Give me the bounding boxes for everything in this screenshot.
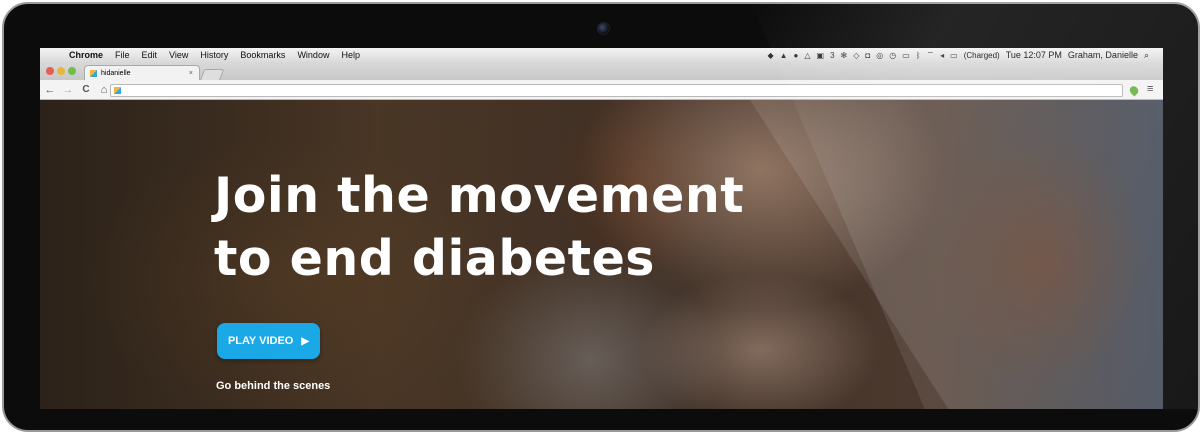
menu-bookmarks[interactable]: Bookmarks xyxy=(234,50,291,60)
chrome-menu-icon[interactable]: ≡ xyxy=(1147,83,1153,95)
mac-menu-bar: Chrome File Edit View History Bookmarks … xyxy=(40,48,1163,62)
menu-help[interactable]: Help xyxy=(335,50,366,60)
play-icon: ▶ xyxy=(301,335,310,347)
tab-strip: hidanielle × xyxy=(40,62,1163,81)
close-tab-icon[interactable]: × xyxy=(189,70,193,77)
time-machine-icon[interactable]: ◷ xyxy=(889,51,896,60)
menu-chrome[interactable]: Chrome xyxy=(63,50,109,60)
extension-icon[interactable] xyxy=(1127,84,1141,97)
wifi-icon[interactable]: ⌔ xyxy=(927,50,935,60)
sync-icon[interactable]: ◎ xyxy=(876,51,883,60)
close-window-button[interactable] xyxy=(46,67,54,75)
play-video-button[interactable]: PLAY VIDEO ▶ xyxy=(217,323,320,359)
evernote-icon[interactable]: ◆ xyxy=(767,51,773,60)
display-icon[interactable]: ▭ xyxy=(902,51,910,60)
hero-headline: Join the movement to end diabetes xyxy=(214,164,814,290)
tab-title: hidanielle xyxy=(101,69,131,77)
menu-history[interactable]: History xyxy=(194,50,234,60)
menu-window[interactable]: Window xyxy=(291,50,335,60)
address-bar[interactable] xyxy=(110,84,1123,97)
laptop-screen: Chrome File Edit View History Bookmarks … xyxy=(40,48,1163,409)
reload-icon[interactable]: C xyxy=(78,84,94,95)
browser-toolbar: ← → C ⌂ ≡ xyxy=(40,80,1163,100)
bluetooth-icon[interactable]: ᛒ xyxy=(916,51,921,60)
play-video-label: PLAY VIDEO xyxy=(227,335,294,347)
volume-icon[interactable]: ◂ xyxy=(940,51,944,60)
menu-edit[interactable]: Edit xyxy=(136,50,164,60)
battery-status: (Charged) xyxy=(963,50,1000,60)
shield-icon[interactable]: ◘ xyxy=(865,51,870,60)
clock[interactable]: Tue 12:07 PM xyxy=(1006,50,1062,60)
settings-icon[interactable]: ✻ xyxy=(841,51,848,60)
menu-bar-left: Chrome File Edit View History Bookmarks … xyxy=(40,50,366,60)
forward-arrow-icon[interactable]: → xyxy=(60,84,76,96)
site-favicon-icon xyxy=(90,69,97,77)
chat-bubble-icon[interactable]: ● xyxy=(794,51,799,60)
headline-line-1: Join the movement xyxy=(214,167,745,224)
zoom-window-button[interactable] xyxy=(68,67,76,75)
drive-icon[interactable]: △ xyxy=(804,51,810,60)
window-controls xyxy=(46,67,76,75)
spotlight-search-icon[interactable]: ⌕ xyxy=(1144,50,1149,61)
tab-hidanielle[interactable]: hidanielle × xyxy=(84,65,200,80)
bell-icon[interactable]: ▲ xyxy=(780,51,788,60)
back-arrow-icon[interactable]: ← xyxy=(42,84,58,96)
behind-scenes-link[interactable]: Go behind the scenes xyxy=(216,380,330,392)
adobe-icon[interactable]: ▣ xyxy=(817,51,825,60)
menu-file[interactable]: File xyxy=(109,50,136,60)
minimize-window-button[interactable] xyxy=(57,67,65,75)
dropbox-icon[interactable]: ◇ xyxy=(853,51,859,60)
headline-line-2: to end diabetes xyxy=(214,230,655,287)
user-name[interactable]: Graham, Danielle xyxy=(1068,50,1138,60)
hero-banner: Join the movement to end diabetes PLAY V… xyxy=(40,100,1163,409)
battery-icon[interactable]: ▭ xyxy=(950,51,958,60)
webcam xyxy=(597,22,610,35)
address-favicon-icon xyxy=(114,87,121,94)
menu-view[interactable]: View xyxy=(163,50,194,60)
tray-count: 3 xyxy=(830,50,835,60)
menu-bar-tray: ◆ ▲ ● △ ▣ 3 ✻ ◇ ◘ ◎ ◷ ▭ ᛒ ⌔ ◂ ▭ (Charged… xyxy=(767,50,1163,61)
